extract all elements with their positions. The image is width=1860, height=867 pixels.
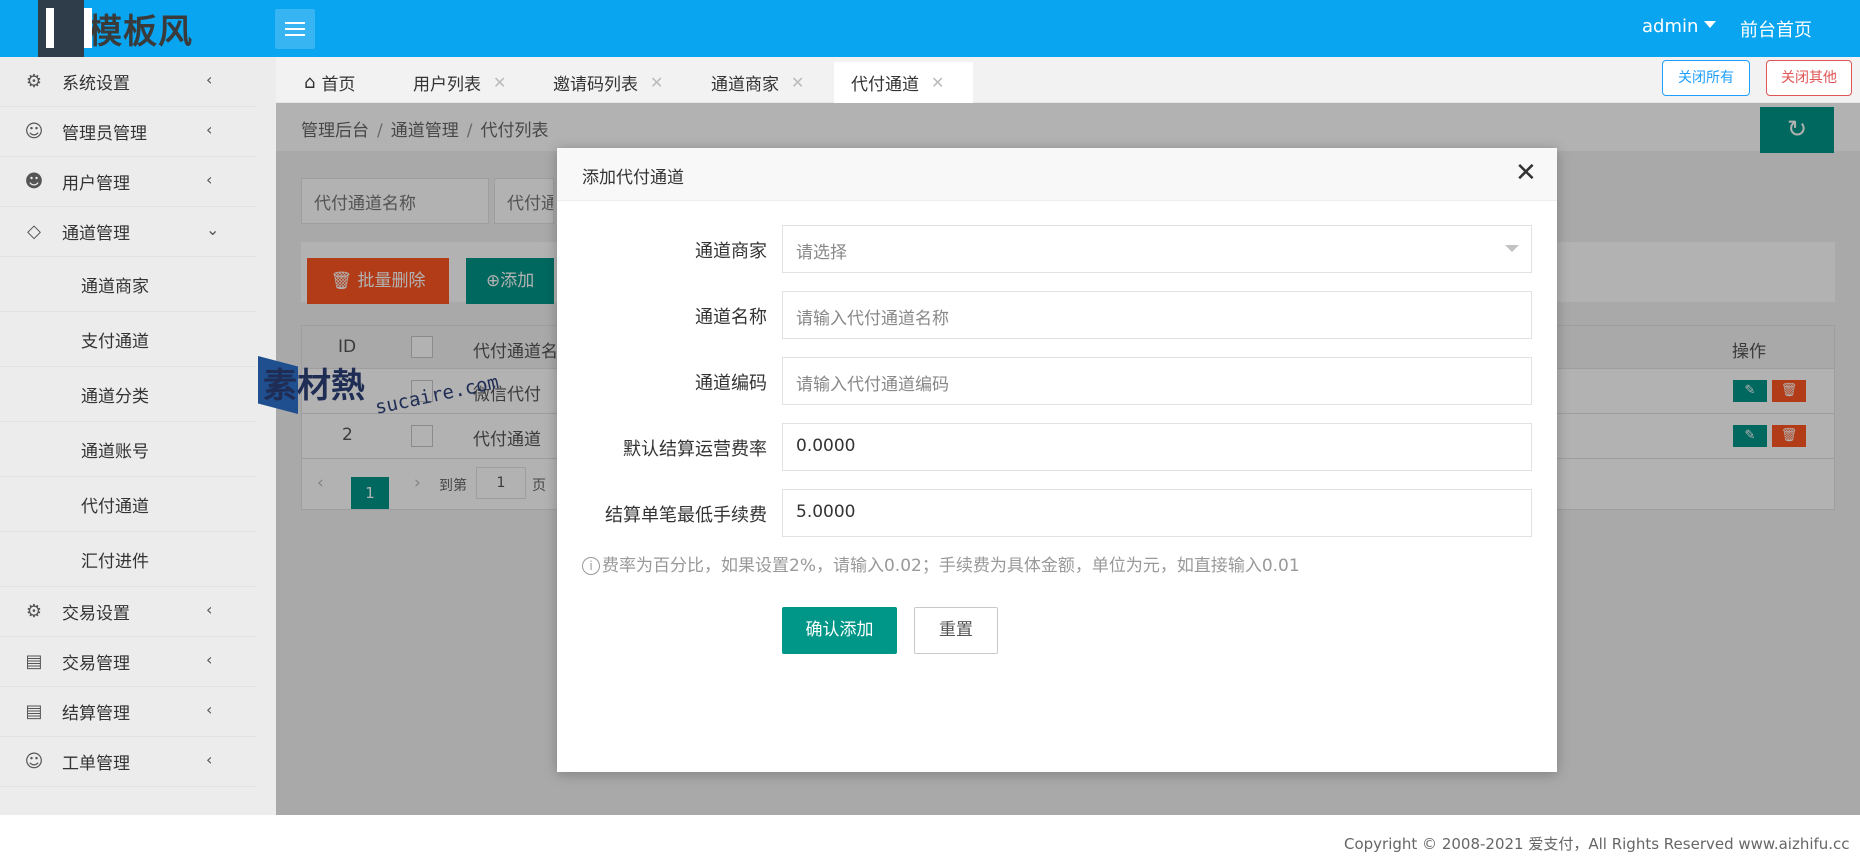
clipboard-icon: ▤	[25, 701, 43, 722]
copyright: Copyright © 2008-2021 爱支付，All Rights Res…	[1344, 835, 1850, 853]
sidebar-item-settlement[interactable]: ▤ 结算管理 ‹	[0, 687, 256, 737]
sidebar-subitem-label: 通道商家	[81, 276, 149, 297]
confirm-add-button[interactable]: 确认添加	[782, 607, 897, 654]
chevron-left-icon: ‹	[206, 170, 213, 189]
tab-label: 代付通道	[851, 75, 919, 95]
close-icon[interactable]: ✕	[931, 73, 944, 92]
tab-home[interactable]: ⌂ 首页	[304, 62, 355, 103]
chevron-left-icon: ‹	[206, 700, 213, 719]
sidebar-item-trade-management[interactable]: ▤ 交易管理 ‹	[0, 637, 256, 687]
sidebar-item-users[interactable]: ☻ 用户管理 ‹	[0, 157, 256, 207]
channel-code-input[interactable]: 请输入代付通道编码	[782, 357, 1532, 405]
chevron-down-icon	[1505, 245, 1519, 252]
sidebar-item-label: 系统设置	[62, 74, 130, 94]
sidebar-item-label: 交易管理	[62, 654, 130, 674]
sidebar-item-channels[interactable]: ◇ 通道管理 ⌄	[0, 207, 256, 257]
users-icon: ☻	[24, 171, 44, 192]
sidebar-item-label: 通道管理	[62, 224, 130, 244]
clipboard-icon: ▤	[25, 651, 43, 672]
sidebar-subitem-label: 通道账号	[81, 441, 149, 462]
sidebar-item-label: 交易设置	[62, 604, 130, 624]
min-fee-input[interactable]: 5.0000	[782, 489, 1532, 537]
sidebar-subitem-channel-merchant[interactable]: 通道商家	[0, 257, 256, 312]
sidebar-item-trade-settings[interactable]: ⚙ 交易设置 ‹	[0, 587, 256, 637]
close-icon[interactable]: ✕	[493, 73, 506, 92]
channel-name-input[interactable]: 请输入代付通道名称	[782, 291, 1532, 339]
sidebar-subitem-payment-channel[interactable]: 支付通道	[0, 312, 256, 367]
watermark: 素材熱 sucaire.com	[258, 352, 508, 422]
fee-rate-input[interactable]: 0.0000	[782, 423, 1532, 471]
sidebar-subitem-label: 通道分类	[81, 386, 149, 407]
sidebar-item-tickets[interactable]: ☺ 工单管理 ‹	[0, 737, 256, 787]
field-label-channel-code: 通道编码	[695, 373, 767, 394]
chevron-left-icon: ‹	[206, 600, 213, 619]
sidebar-subitem-label: 代付通道	[81, 496, 149, 517]
info-icon: i	[582, 557, 600, 575]
user-name: admin	[1642, 16, 1699, 37]
home-icon: ⌂	[304, 72, 316, 93]
close-icon[interactable]: ✕	[791, 73, 804, 92]
sidebar-item-label: 结算管理	[62, 704, 130, 724]
cube-icon: ◇	[27, 221, 41, 242]
close-icon[interactable]: ✕	[1515, 160, 1537, 186]
add-payout-channel-modal: 添加代付通道 ✕ 通道商家 请选择 通道名称 请输入代付通道名称 通道编码 请输…	[557, 148, 1557, 772]
modal-header: 添加代付通道 ✕	[557, 148, 1557, 201]
field-label-min-fee: 结算单笔最低手续费	[605, 505, 767, 526]
sidebar-subitem-huifu-onboard[interactable]: 汇付进件	[0, 532, 256, 587]
field-label-fee-rate: 默认结算运营费率	[623, 439, 767, 460]
fee-hint-text: 费率为百分比，如果设置2%，请输入0.02；手续费为具体金额，单位为元，如直接输…	[602, 556, 1300, 576]
close-all-button[interactable]: 关闭所有	[1662, 60, 1750, 96]
chevron-left-icon: ‹	[206, 650, 213, 669]
chevron-down-icon: ⌄	[206, 220, 220, 239]
fee-hint: i 费率为百分比，如果设置2%，请输入0.02；手续费为具体金额，单位为元，如直接…	[582, 551, 1300, 576]
sidebar-subitem-channel-category[interactable]: 通道分类	[0, 367, 256, 422]
close-icon[interactable]: ✕	[650, 73, 663, 92]
sidebar-item-label: 用户管理	[62, 174, 130, 194]
field-label-merchant: 通道商家	[695, 241, 767, 262]
watermark-text: 素材熱	[263, 366, 365, 406]
user-icon: ☺	[24, 121, 44, 142]
sidebar-subitem-payout-channel[interactable]: 代付通道	[0, 477, 256, 532]
chevron-left-icon: ‹	[206, 750, 213, 769]
sidebar-subitem-channel-account[interactable]: 通道账号	[0, 422, 256, 477]
front-home-link[interactable]: 前台首页	[1740, 16, 1812, 42]
user-menu[interactable]: admin	[1642, 16, 1717, 37]
gear-icon: ⚙	[25, 601, 43, 622]
tab-user-list[interactable]: 用户列表 ✕	[413, 62, 506, 103]
tab-invite-list[interactable]: 邀请码列表 ✕	[553, 62, 663, 103]
sidebar-item-label: 管理员管理	[62, 124, 147, 144]
sidebar-item-label: 工单管理	[62, 754, 130, 774]
tab-channel-merchant[interactable]: 通道商家 ✕	[711, 62, 804, 103]
watermark-url: sucaire.com	[373, 371, 501, 419]
top-header: 模板风 admin 前台首页	[0, 0, 1860, 57]
merchant-select[interactable]: 请选择	[782, 225, 1532, 273]
tab-label: 邀请码列表	[553, 75, 638, 95]
hamburger-icon	[285, 22, 305, 36]
sidebar-item-admin[interactable]: ☺ 管理员管理 ‹	[0, 107, 256, 157]
sidebar-subitem-label: 汇付进件	[81, 551, 149, 572]
caret-down-icon	[1704, 21, 1717, 28]
chevron-left-icon: ‹	[206, 70, 213, 89]
menu-toggle-button[interactable]	[275, 9, 315, 49]
gear-icon: ⚙	[25, 71, 43, 92]
close-other-button[interactable]: 关闭其他	[1766, 60, 1852, 96]
tab-label: 用户列表	[413, 75, 481, 95]
reset-button[interactable]: 重置	[914, 607, 998, 654]
smile-icon: ☺	[24, 751, 44, 772]
sidebar-item-system-settings[interactable]: ⚙ 系统设置 ‹	[0, 57, 256, 107]
tab-payout-channel[interactable]: 代付通道 ✕	[834, 62, 973, 103]
logo-mark	[38, 0, 92, 57]
logo-text: 模板风	[88, 12, 193, 52]
tab-label: 首页	[321, 75, 356, 95]
sidebar-subitem-label: 支付通道	[81, 331, 149, 352]
modal-title: 添加代付通道	[582, 168, 684, 188]
footer: Copyright © 2008-2021 爱支付，All Rights Res…	[0, 815, 1860, 867]
field-label-channel-name: 通道名称	[695, 307, 767, 328]
tab-label: 通道商家	[711, 75, 779, 95]
tab-bar: ⌂ 首页 用户列表 ✕ 邀请码列表 ✕ 通道商家 ✕ 代付通道 ✕	[276, 57, 1860, 103]
chevron-left-icon: ‹	[206, 120, 213, 139]
logo[interactable]: 模板风	[38, 0, 193, 57]
sidebar: ⚙ 系统设置 ‹ ☺ 管理员管理 ‹ ☻ 用户管理 ‹ ◇ 通道管理 ⌄ 通道商…	[0, 57, 276, 815]
